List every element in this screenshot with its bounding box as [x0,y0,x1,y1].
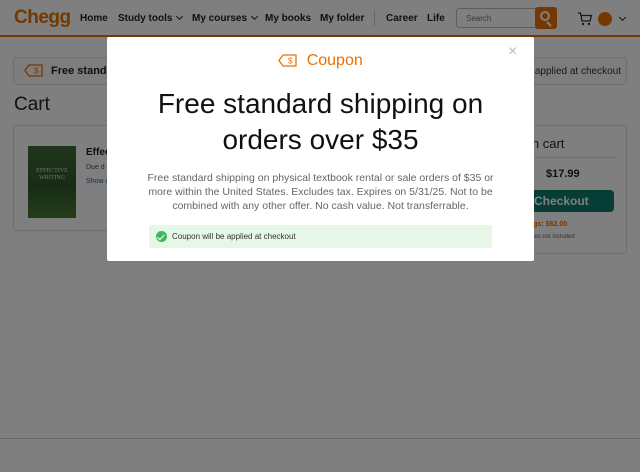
coupon-modal: × $ Coupon Free standard shipping on ord… [107,37,534,261]
coupon-tag-icon: $ [278,53,297,67]
modal-header: $ Coupon [107,52,534,70]
notice-text: Coupon will be applied at checkout [172,232,296,241]
modal-header-label: Coupon [306,52,363,69]
svg-text:$: $ [288,56,293,65]
modal-description: Free standard shipping on physical textb… [147,172,494,212]
checkmark-icon [156,231,167,242]
coupon-applied-notice: Coupon will be applied at checkout [149,225,492,248]
modal-title: Free standard shipping on orders over $3… [157,88,484,155]
